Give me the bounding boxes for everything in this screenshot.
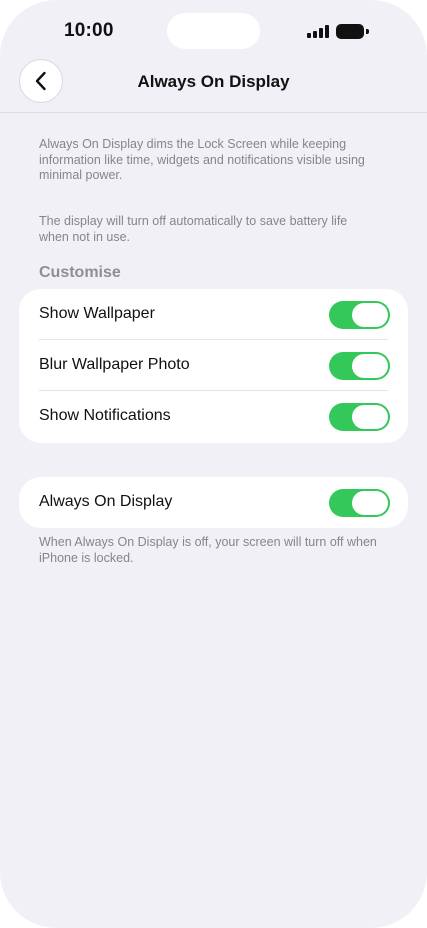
row-label: Show Notifications bbox=[39, 407, 171, 424]
always-on-card: Always On Display bbox=[19, 477, 408, 528]
battery-description: The display will turn off automatically … bbox=[39, 214, 348, 244]
customise-card: Show Wallpaper Blur Wallpaper Photo Show… bbox=[19, 289, 408, 443]
row-label: Show Wallpaper bbox=[39, 305, 155, 322]
toggle-knob bbox=[352, 303, 388, 327]
section-header-customise: Customise bbox=[39, 264, 121, 281]
intro-description: Always On Display dims the Lock Screen w… bbox=[39, 137, 365, 183]
toggle-knob bbox=[352, 405, 388, 429]
show-wallpaper-row[interactable]: Show Wallpaper bbox=[19, 289, 408, 340]
toggle-knob bbox=[352, 491, 388, 515]
blur-wallpaper-row[interactable]: Blur Wallpaper Photo bbox=[19, 340, 408, 391]
show-notifications-row[interactable]: Show Notifications bbox=[19, 391, 408, 442]
always-on-footer: When Always On Display is off, your scre… bbox=[39, 535, 377, 565]
dynamic-island bbox=[167, 13, 260, 49]
blur-wallpaper-toggle[interactable] bbox=[329, 352, 390, 380]
show-wallpaper-toggle[interactable] bbox=[329, 301, 390, 329]
status-time: 10:00 bbox=[64, 20, 114, 41]
toggle-knob bbox=[352, 354, 388, 378]
status-bar: 10:00 bbox=[0, 0, 427, 62]
battery-icon bbox=[336, 24, 369, 39]
cellular-signal-icon bbox=[307, 25, 329, 38]
show-notifications-toggle[interactable] bbox=[329, 403, 390, 431]
navigation-bar: Always On Display bbox=[0, 56, 427, 113]
row-label: Always On Display bbox=[39, 493, 173, 510]
always-on-display-toggle[interactable] bbox=[329, 489, 390, 517]
phone-screen: 10:00 Always On Display Always On Displa… bbox=[0, 0, 427, 928]
row-label: Blur Wallpaper Photo bbox=[39, 356, 190, 373]
always-on-display-row[interactable]: Always On Display bbox=[19, 477, 408, 528]
page-title: Always On Display bbox=[137, 72, 290, 91]
